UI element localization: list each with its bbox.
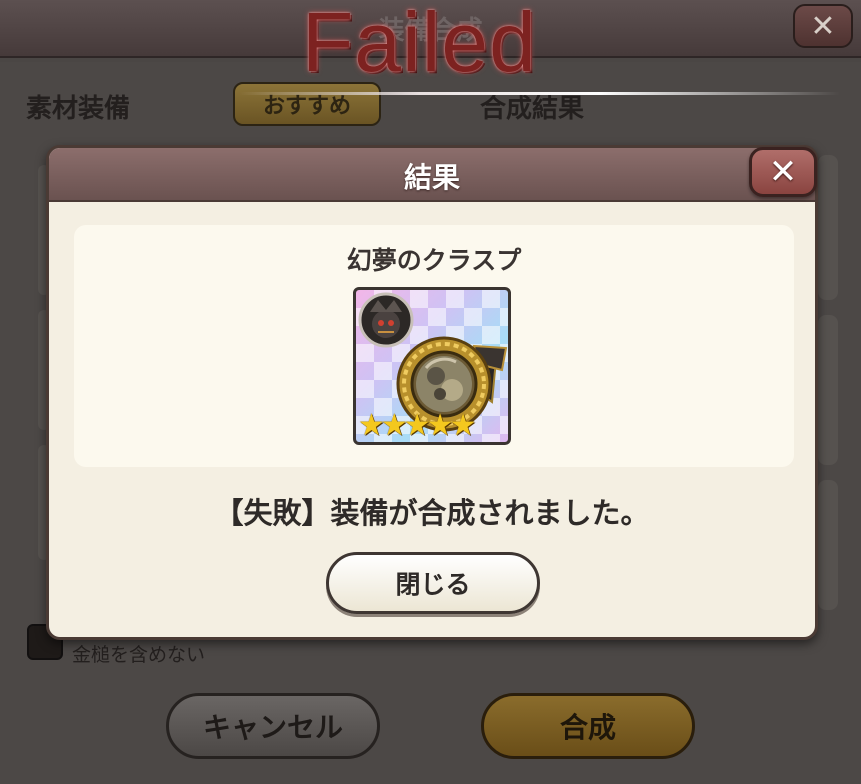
failed-banner-line: [240, 92, 840, 95]
result-slot-frame: [818, 480, 838, 610]
cancel-button[interactable]: キャンセル: [166, 693, 380, 759]
clasp-medallion-icon: ★★★★★: [353, 287, 511, 445]
exclude-hammer-label: 金槌を含めない: [72, 644, 206, 666]
close-button[interactable]: 閉じる: [326, 552, 540, 614]
result-dialog-header: 結果: [49, 148, 815, 202]
rarity-stars: ★★★★★: [358, 408, 477, 443]
result-item-name: 幻夢のクラスプ: [346, 246, 522, 275]
close-icon: ✕: [768, 152, 798, 192]
result-dialog: 結果 幻夢のクラスプ ★★★★★ 【失敗】装備が合成されました。 閉じる: [46, 145, 818, 640]
screen-close-button[interactable]: ✕: [793, 4, 853, 48]
failed-banner-text: Failed: [302, 0, 537, 89]
result-dialog-title: 結果: [403, 161, 460, 194]
dialog-close-button[interactable]: ✕: [749, 147, 817, 197]
material-equipment-label: 素材装備: [26, 94, 131, 124]
result-slot-frame: [818, 315, 838, 465]
result-slot-frame: [818, 155, 838, 300]
result-message: 【失敗】装備が合成されました。: [214, 496, 650, 530]
synthesize-button[interactable]: 合成: [481, 693, 695, 759]
